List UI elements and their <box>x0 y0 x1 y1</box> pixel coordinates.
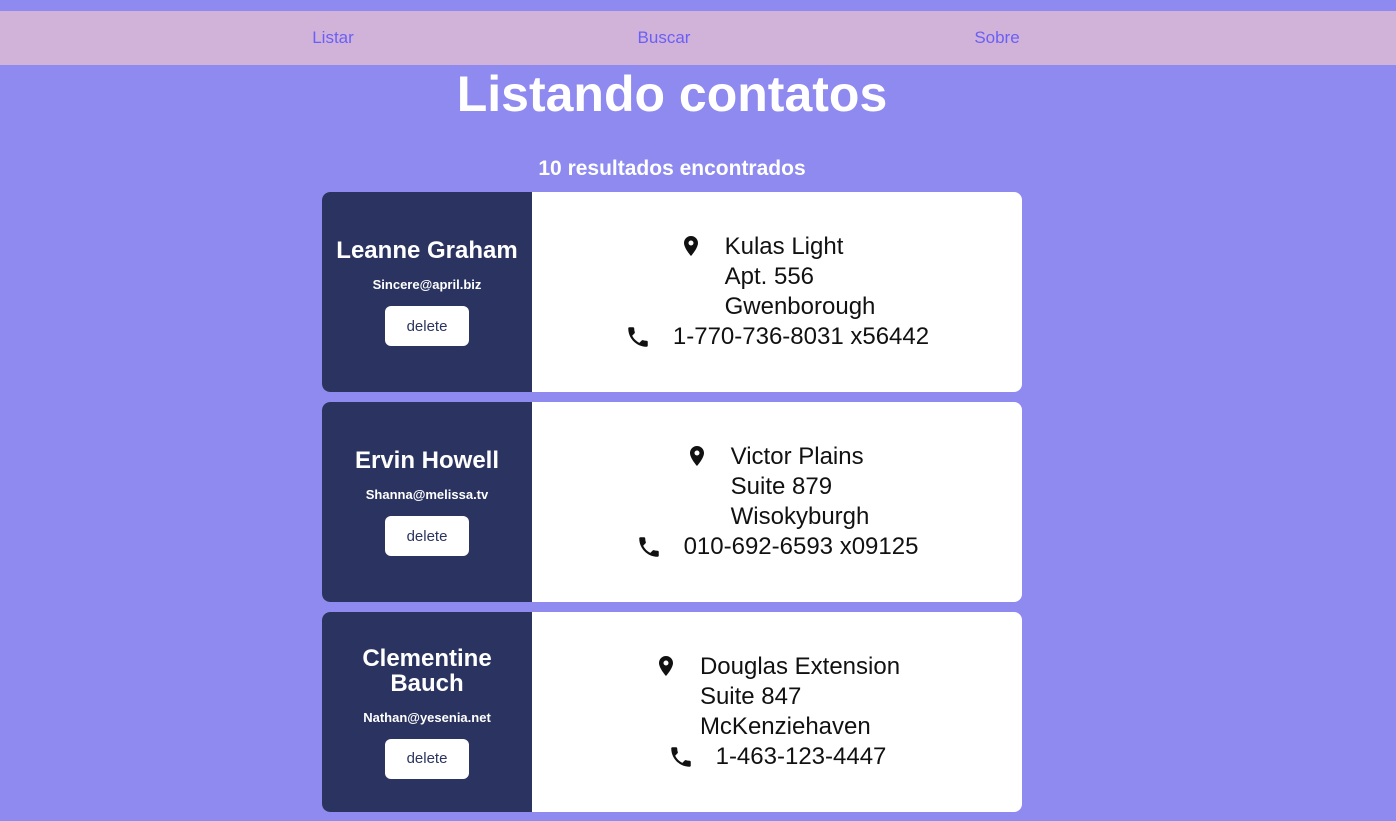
contact-card-identity: Ervin Howell Shanna@melissa.tv delete <box>322 402 532 602</box>
top-nav: Listar Buscar Sobre <box>0 11 1396 65</box>
contact-card: Leanne Graham Sincere@april.biz delete K… <box>322 192 1022 392</box>
contact-phone: 1-463-123-4447 <box>715 743 887 770</box>
contact-phone: 010-692-6593 x09125 <box>683 533 919 560</box>
contact-card-identity: Clementine Bauch Nathan@yesenia.net dele… <box>322 612 532 812</box>
address-suite: Apt. 556 <box>724 263 815 290</box>
contact-address: Kulas Light Apt. 556 Gwenborough <box>679 232 876 322</box>
contact-name: Clementine Bauch <box>362 644 492 697</box>
address-suite: Suite 847 <box>699 683 802 710</box>
contact-email: Sincere@april.biz <box>372 277 482 292</box>
address-street: Kulas Light <box>724 233 844 260</box>
map-pin-icon <box>683 236 698 256</box>
contact-card-identity: Leanne Graham Sincere@april.biz delete <box>322 192 532 392</box>
contact-email: Shanna@melissa.tv <box>365 487 489 502</box>
contact-card-details: Douglas Extension Suite 847 McKenziehave… <box>532 612 1022 812</box>
nav-link-listar[interactable]: Listar <box>312 11 354 65</box>
phone-icon <box>628 327 648 347</box>
contact-email: Nathan@yesenia.net <box>363 709 491 725</box>
contact-address: Victor Plains Suite 879 Wisokyburgh <box>685 442 870 532</box>
page-title: Listando contatos <box>456 66 888 122</box>
contact-card-details: Victor Plains Suite 879 Wisokyburgh 010-… <box>532 402 1022 602</box>
nav-link-sobre[interactable]: Sobre <box>974 11 1019 65</box>
contact-phone-row: 1-770-736-8031 x56442 <box>625 322 929 352</box>
address-city: Gwenborough <box>724 293 876 320</box>
delete-button[interactable]: delete <box>385 306 469 346</box>
contact-card: Clementine Bauch Nathan@yesenia.net dele… <box>322 612 1022 812</box>
delete-button[interactable]: delete <box>385 516 469 556</box>
contact-address: Douglas Extension Suite 847 McKenziehave… <box>654 652 900 742</box>
map-pin-icon <box>689 446 704 466</box>
address-street: Douglas Extension <box>699 653 901 680</box>
contact-phone-row: 1-463-123-4447 <box>668 742 887 772</box>
map-pin-icon <box>658 656 673 676</box>
contact-card-details: Kulas Light Apt. 556 Gwenborough 1-770-7… <box>532 192 1022 392</box>
top-strip <box>0 0 1396 11</box>
address-city: Wisokyburgh <box>730 503 870 530</box>
phone-icon <box>670 747 691 767</box>
address-suite: Suite 879 <box>730 473 833 500</box>
nav-link-buscar[interactable]: Buscar <box>638 11 691 65</box>
contact-phone-row: 010-692-6593 x09125 <box>636 532 919 562</box>
contact-name: Leanne Graham <box>336 237 518 264</box>
phone-icon <box>638 537 659 557</box>
delete-button[interactable]: delete <box>385 738 469 779</box>
contact-name: Ervin Howell <box>354 447 500 474</box>
address-street: Victor Plains <box>730 443 864 470</box>
contact-phone: 1-770-736-8031 x56442 <box>672 323 930 350</box>
address-city: McKenziehaven <box>699 713 871 740</box>
contact-card: Ervin Howell Shanna@melissa.tv delete Vi… <box>322 402 1022 602</box>
results-count: 10 resultados encontrados <box>538 157 806 180</box>
